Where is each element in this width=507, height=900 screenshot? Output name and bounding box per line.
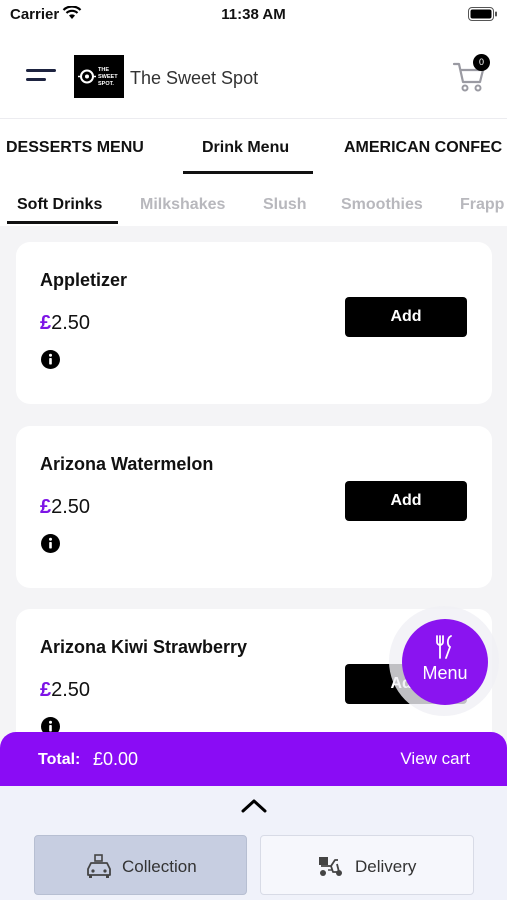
- menu-fab-button[interactable]: Menu: [402, 619, 488, 705]
- currency-symbol: £: [40, 312, 52, 334]
- subtab-smoothies[interactable]: Smoothies: [341, 196, 423, 214]
- price-value: 2.50: [51, 312, 91, 334]
- chevron-up-icon[interactable]: [240, 798, 268, 819]
- collection-car-icon: [87, 854, 111, 878]
- app-header: THE SWEET SPOT. The Sweet Spot 0: [0, 30, 507, 118]
- store-name: The Sweet Spot: [130, 68, 259, 88]
- currency-symbol: £: [40, 679, 52, 701]
- tab-drink-menu[interactable]: Drink Menu: [202, 139, 289, 157]
- subcategory-tabs: Soft Drinks Milkshakes Slush Smoothies F…: [0, 174, 507, 226]
- tab-desserts-menu[interactable]: DESSERTS MENU: [6, 139, 144, 157]
- add-button[interactable]: Add: [345, 297, 467, 337]
- svg-text:THE: THE: [98, 67, 109, 73]
- delivery-label: Delivery: [355, 857, 417, 876]
- info-icon[interactable]: [41, 534, 60, 553]
- fork-spoon-icon: [436, 635, 452, 659]
- subtab-slush[interactable]: Slush: [263, 196, 307, 214]
- battery-icon: [468, 7, 498, 26]
- product-price: £2.50: [40, 312, 90, 335]
- subtab-milkshakes[interactable]: Milkshakes: [140, 196, 225, 214]
- status-time: 11:38 AM: [221, 6, 286, 23]
- collection-label: Collection: [122, 857, 197, 876]
- total-value: £0.00: [93, 749, 139, 769]
- tab-american-confectionery[interactable]: AMERICAN CONFEC: [344, 139, 502, 157]
- category-tabs: DESSERTS MENU Drink Menu AMERICAN CONFEC: [0, 118, 507, 174]
- order-type-panel: Collection Delivery: [0, 786, 507, 900]
- add-button[interactable]: Add: [345, 481, 467, 521]
- price-value: 2.50: [51, 496, 91, 518]
- view-cart-link[interactable]: View cart: [400, 749, 470, 769]
- store-logo: THE SWEET SPOT.: [74, 55, 124, 98]
- cart-count-badge: 0: [473, 54, 490, 71]
- product-name: Arizona Kiwi Strawberry: [40, 637, 248, 657]
- hamburger-menu-icon[interactable]: [26, 69, 56, 83]
- subtab-frappes[interactable]: Frapp: [460, 196, 504, 214]
- delivery-option-button[interactable]: Delivery: [260, 835, 474, 895]
- status-bar: Carrier 11:38 AM: [0, 0, 507, 30]
- product-name: Arizona Watermelon: [40, 454, 214, 474]
- product-card: Appletizer £2.50 Add: [16, 242, 492, 404]
- total-label: Total:: [38, 751, 81, 768]
- delivery-scooter-icon: [319, 857, 342, 876]
- collection-option-button[interactable]: Collection: [34, 835, 247, 895]
- subtab-soft-drinks[interactable]: Soft Drinks: [17, 196, 102, 214]
- product-name: Appletizer: [40, 270, 128, 290]
- product-price: £2.50: [40, 679, 90, 702]
- info-icon[interactable]: [41, 350, 60, 369]
- svg-text:SWEET: SWEET: [98, 74, 118, 80]
- price-value: 2.50: [51, 679, 91, 701]
- svg-text:SPOT.: SPOT.: [98, 81, 114, 87]
- cart-total-bar: Total: £0.00 View cart: [0, 732, 507, 786]
- currency-symbol: £: [40, 496, 52, 518]
- product-price: £2.50: [40, 496, 90, 519]
- product-card: Arizona Watermelon £2.50 Add: [16, 426, 492, 588]
- active-subtab-indicator: [7, 221, 118, 224]
- menu-fab-label: Menu: [422, 663, 468, 683]
